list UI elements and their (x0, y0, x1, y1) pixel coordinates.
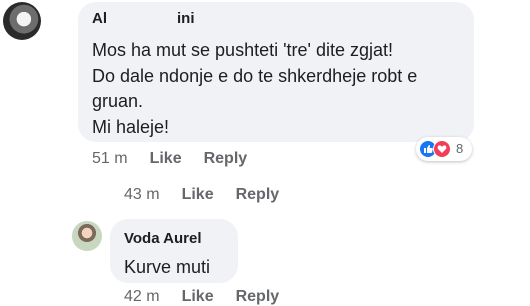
like-button[interactable]: Like (182, 288, 214, 305)
comment-author[interactable]: Al ini (92, 10, 195, 27)
comment-text: Kurve muti (124, 257, 211, 277)
like-button[interactable]: Like (182, 186, 214, 203)
like-button[interactable]: Like (150, 150, 182, 167)
avatar[interactable] (3, 2, 41, 40)
comment-author[interactable]: Voda Aurel (124, 230, 202, 247)
reply-button[interactable]: Reply (236, 288, 280, 305)
timestamp[interactable]: 51 m (92, 150, 128, 167)
reply-button[interactable]: Reply (236, 186, 280, 203)
author-name-end: ini (177, 10, 195, 27)
redaction-smudge (107, 13, 177, 26)
love-icon (433, 140, 451, 158)
reaction-summary[interactable]: 8 (416, 137, 472, 161)
author-name-start: Al (92, 10, 107, 27)
reply-actions: 43 m Like Reply (124, 186, 279, 204)
comment-actions: 51 m Like Reply (92, 150, 247, 168)
comment-actions: 42 m Like Reply (124, 288, 279, 306)
reaction-count: 8 (456, 141, 464, 156)
avatar[interactable] (72, 221, 102, 251)
timestamp[interactable]: 42 m (124, 288, 160, 305)
comment-text: Mos ha mut se pushteti 'tre' dite zgjat!… (92, 40, 418, 137)
timestamp[interactable]: 43 m (124, 186, 160, 203)
reply-button[interactable]: Reply (204, 150, 248, 167)
